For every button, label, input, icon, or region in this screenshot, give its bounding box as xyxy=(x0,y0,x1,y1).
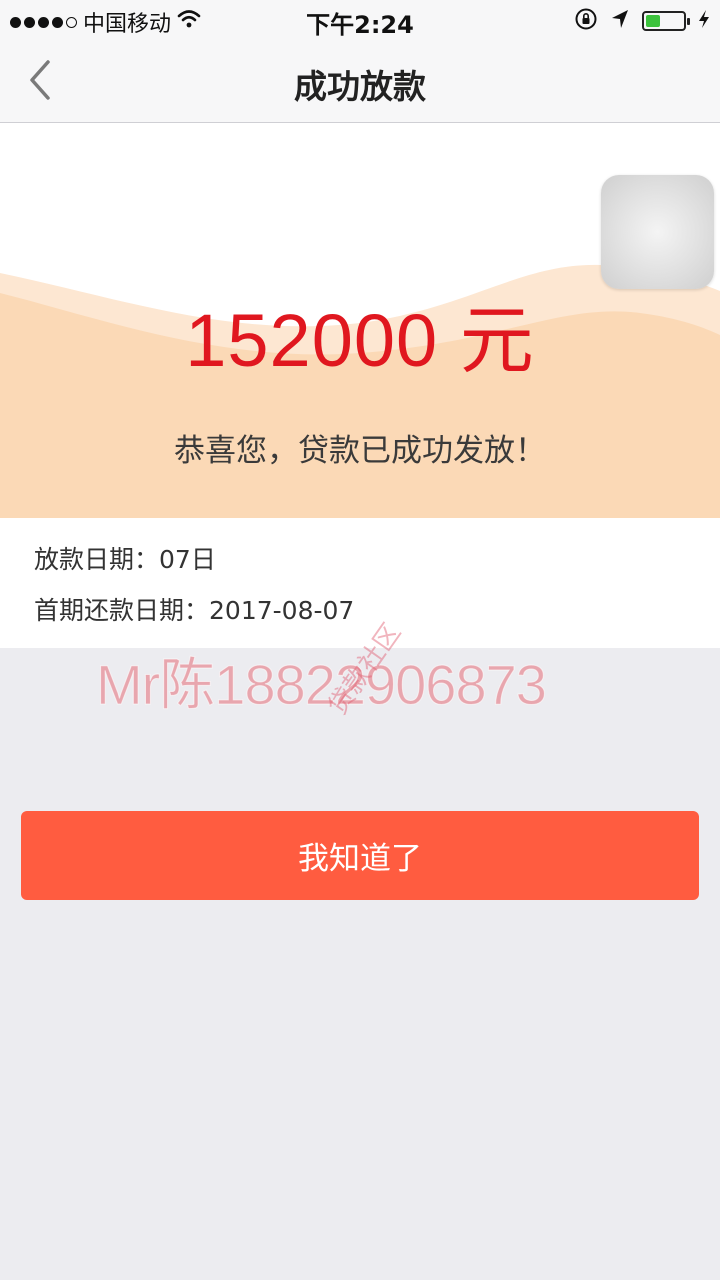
status-right xyxy=(574,7,710,35)
avatar xyxy=(601,175,714,289)
loan-amount: 152000 元 xyxy=(185,299,535,382)
location-arrow-icon xyxy=(610,8,630,34)
status-bar: 中国移动 下午2:24 xyxy=(0,0,720,40)
success-message: 恭喜您，贷款已成功发放！ xyxy=(174,433,546,469)
watermark-text: Mr陈18822906873 xyxy=(96,653,548,717)
page-title: 成功放款 xyxy=(294,67,426,106)
loan-date-label: 放款日期： xyxy=(34,545,160,574)
nav-bar: 成功放款 xyxy=(0,40,720,123)
first-repay-value: 2017-08-07 xyxy=(209,596,355,625)
loan-date-row: 放款日期：07日 xyxy=(34,540,216,576)
battery-icon xyxy=(642,11,690,31)
first-repay-label: 首期还款日期： xyxy=(34,596,210,625)
loan-info-panel: 放款日期：07日 首期还款日期：2017-08-07 xyxy=(0,518,720,648)
success-banner: 152000 元 恭喜您，贷款已成功发放！ xyxy=(0,123,720,518)
first-repay-row: 首期还款日期：2017-08-07 xyxy=(34,591,354,627)
ok-button[interactable]: 我知道了 xyxy=(21,811,699,900)
orientation-lock-icon xyxy=(574,7,598,35)
loan-date-value: 07日 xyxy=(159,545,216,574)
charging-bolt-icon xyxy=(698,9,710,33)
